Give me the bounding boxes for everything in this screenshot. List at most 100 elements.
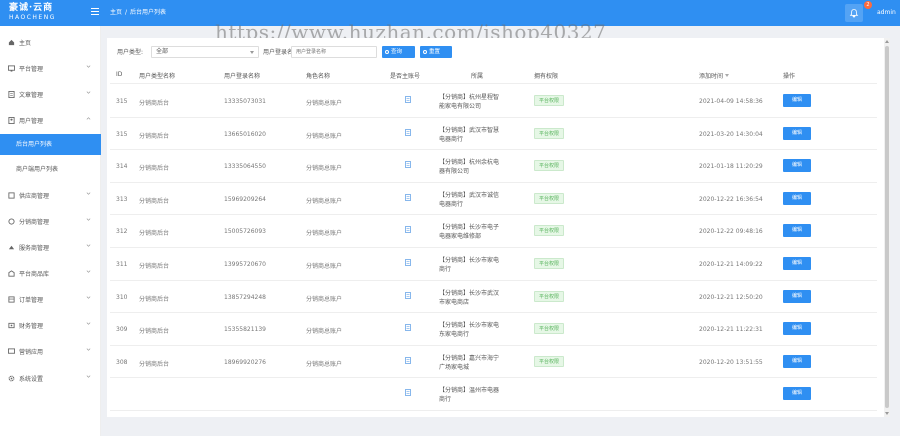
user-menu[interactable]: admin [877, 8, 896, 18]
user-type-select[interactable]: 全部 [151, 46, 259, 58]
edit-button[interactable]: 编辑 [783, 354, 811, 368]
cell-id: 313 [116, 195, 128, 203]
cell-role: 分销商总账户 [306, 295, 343, 303]
supplier-icon [8, 191, 15, 199]
sidebar-item-orders[interactable]: 订单管理 [0, 286, 101, 312]
sidebar-item-service-providers[interactable]: 服务商管理 [0, 234, 101, 260]
user-type-label: 用户类型: [117, 49, 144, 56]
cell-login-name: 13665016020 [224, 130, 266, 138]
sidebar-item-suppliers[interactable]: 供应商管理 [0, 182, 101, 208]
sidebar-item-articles[interactable]: 文章管理 [0, 81, 101, 107]
reset-button[interactable]: 重置 [420, 46, 452, 58]
cell-login-name: 13335073031 [224, 98, 266, 105]
cell-user-type: 分销商后台 [139, 295, 170, 303]
cell-owner: 【分销商】杭州星程智能家电有限公司 [439, 94, 500, 110]
cell-id: 315 [116, 98, 128, 105]
chevron-down-icon [86, 65, 91, 68]
cell-role: 分销商总账户 [306, 263, 343, 270]
cell-add-time: 2021-03-20 14:30:04 [699, 130, 763, 138]
edit-button[interactable]: 编辑 [783, 224, 811, 238]
scroll-up-icon[interactable] [885, 40, 889, 43]
sidebar-item-settings[interactable]: 系统设置 [0, 365, 101, 391]
chevron-down-icon [86, 296, 91, 299]
reset-icon [423, 50, 427, 54]
menu-toggle-icon[interactable] [91, 8, 99, 16]
cell-owner: 【分销商】温州市电器商行 [439, 387, 500, 404]
edit-button[interactable]: 编辑 [783, 191, 811, 205]
table-row: 【分销商】温州市电器商行 编辑 [110, 378, 877, 411]
cell-user-type: 分销商后台 [139, 230, 170, 238]
login-name-input[interactable] [291, 46, 377, 58]
cell-id: 315 [116, 130, 128, 138]
gear-icon [8, 375, 15, 381]
sidebar-subitem-merchant-users[interactable]: 商户端用户列表 [0, 159, 101, 180]
permission-badge: 平台权限 [534, 95, 565, 106]
main-account-icon [405, 193, 411, 201]
permission-badge: 平台权限 [534, 225, 565, 237]
table-row: 312 分销商后台 15005726093 分销商总账户 【分销商】长沙市电子电器家电维… [110, 215, 877, 248]
permission-badge: 平台权限 [534, 160, 565, 172]
brand-logo: 豪诚·云商 HAOCHENG [0, 0, 103, 26]
sidebar-item-home[interactable]: 主页 [0, 29, 101, 55]
edit-button[interactable]: 编辑 [783, 289, 811, 303]
user-type-value: 全部 [156, 48, 169, 55]
document-icon [8, 90, 15, 98]
chevron-down-icon [86, 348, 91, 351]
cell-user-type: 分销商后台 [139, 165, 170, 173]
breadcrumb-home[interactable]: 主页 [110, 9, 122, 16]
edit-button[interactable]: 编辑 [783, 387, 811, 401]
main-account-icon [405, 324, 411, 332]
cell-add-time: 2020-12-22 16:36:54 [699, 195, 763, 203]
chevron-down-icon [86, 244, 91, 247]
notification-bell-icon[interactable] [845, 4, 863, 22]
cell-id: 311 [116, 261, 128, 268]
edit-button[interactable]: 编辑 [783, 159, 811, 173]
cell-login-name: 15969209264 [224, 195, 266, 203]
scrollbar-thumb[interactable] [885, 46, 889, 408]
edit-button[interactable]: 编辑 [783, 126, 811, 140]
cell-role: 分销商总账户 [306, 197, 343, 205]
edit-button[interactable]: 编辑 [783, 94, 811, 107]
cell-owner: 【分销商】杭州余杭电器有限公司 [439, 159, 500, 176]
distributor-icon [8, 217, 15, 225]
edit-button[interactable]: 编辑 [783, 322, 811, 336]
sidebar-subitem-admin-users[interactable]: 后台用户列表 [0, 134, 101, 155]
sidebar-item-label: 文章管理 [19, 91, 44, 99]
sidebar-item-label: 平台商品库 [19, 270, 50, 278]
chevron-down-icon [86, 91, 91, 94]
cell-add-time: 2020-12-21 12:50:20 [699, 293, 763, 301]
order-icon [8, 295, 15, 303]
sidebar-item-finance[interactable]: 财务管理 [0, 312, 101, 338]
cell-add-time: 2020-12-21 14:09:22 [699, 261, 763, 268]
scrollbar[interactable] [884, 38, 890, 417]
content-panel: 用户类型: 全部 用户登录名称: 查询 重置 ID 用户类型名称 用户登录名称 … [107, 38, 884, 417]
sidebar-item-users[interactable]: 用户管理 [0, 107, 101, 133]
cell-owner: 【分销商】长沙市家电东家电商行 [439, 322, 500, 339]
sidebar-item-label: 用户管理 [19, 117, 44, 125]
sidebar-item-goods[interactable]: 平台商品库 [0, 260, 101, 286]
search-icon [385, 50, 389, 54]
column-header: 所属 [471, 73, 484, 80]
scroll-down-icon[interactable] [885, 412, 889, 415]
edit-button[interactable]: 编辑 [783, 257, 811, 270]
home-icon [8, 39, 15, 45]
sidebar-item-distributors[interactable]: 分销商管理 [0, 208, 101, 234]
finance-icon [8, 322, 15, 328]
cell-id: 312 [116, 228, 128, 236]
column-header: 用户类型名称 [139, 73, 176, 80]
column-header: 角色名称 [306, 73, 331, 80]
column-header: 是否主账号 [390, 73, 421, 80]
column-header-sortable[interactable]: 添加时间 [699, 71, 730, 80]
cell-add-time: 2021-04-09 14:58:36 [699, 98, 763, 105]
sidebar-item-label: 服务商管理 [19, 244, 50, 252]
breadcrumb-current: 后台用户列表 [130, 9, 167, 16]
main-account-icon [405, 389, 411, 397]
chevron-down-icon [86, 375, 91, 378]
cell-login-name: 18969920276 [224, 358, 266, 366]
user-icon [8, 116, 15, 124]
cell-login-name: 15005726093 [224, 228, 266, 236]
cell-role: 分销商总账户 [306, 328, 343, 336]
sidebar-item-marketing[interactable]: 营销应用 [0, 338, 101, 364]
search-button[interactable]: 查询 [382, 46, 415, 58]
sidebar-item-platform[interactable]: 平台管理 [0, 55, 101, 81]
